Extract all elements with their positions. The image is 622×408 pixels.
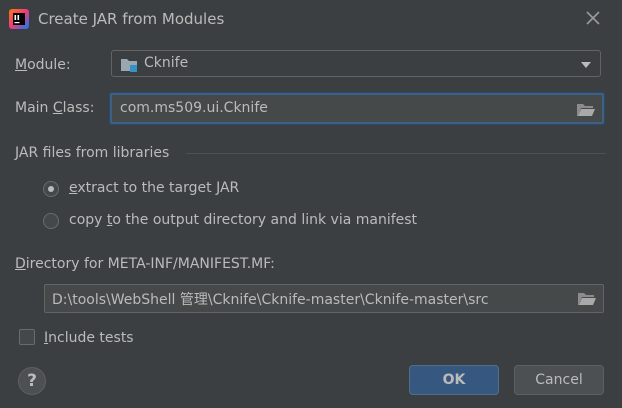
main-class-value: com.ms509.ui.Cknife [120,100,268,116]
section-divider [186,153,606,154]
close-icon [586,11,600,25]
main-class-mnemonic: C [52,100,63,116]
module-label: Module: [15,57,71,73]
cancel-button[interactable]: Cancel [514,365,604,395]
radio-extract[interactable] [43,181,59,197]
title-bar: Create JAR from Modules [0,0,622,38]
close-button[interactable] [582,6,604,30]
manifest-dir-label: Directory for META-INF/MANIFEST.MF: [15,256,275,272]
radio-extract-label[interactable]: extract to the target JAR [69,180,239,196]
manifest-dir-value: D:\tools\WebShell 管理\Cknife\Cknife-maste… [52,292,489,308]
radio-selected-dot [48,186,54,192]
module-folder-icon [121,59,137,72]
main-class-field[interactable]: com.ms509.ui.Cknife [110,93,604,124]
folder-open-icon[interactable] [576,102,596,118]
dialog-title: Create JAR from Modules [38,10,225,28]
include-tests-label[interactable]: Include tests [44,330,134,346]
radio-copy[interactable] [43,213,59,229]
help-button[interactable]: ? [18,367,46,395]
module-value: Cknife [144,55,189,71]
module-dropdown[interactable]: Cknife [111,50,601,77]
chevron-down-icon [581,62,591,68]
intellij-idea-icon [9,9,29,29]
module-mnemonic: M [15,57,28,73]
manifest-dir-field[interactable]: D:\tools\WebShell 管理\Cknife\Cknife-maste… [44,284,604,313]
radio-copy-label[interactable]: copy to the output directory and link vi… [69,212,417,228]
folder-open-icon[interactable] [577,291,597,307]
help-icon: ? [27,371,37,391]
include-tests-checkbox[interactable] [19,329,35,345]
main-class-label: Main Class: [15,100,95,116]
ok-button[interactable]: OK [409,365,499,395]
libraries-section-title: JAR files from libraries [15,145,170,161]
